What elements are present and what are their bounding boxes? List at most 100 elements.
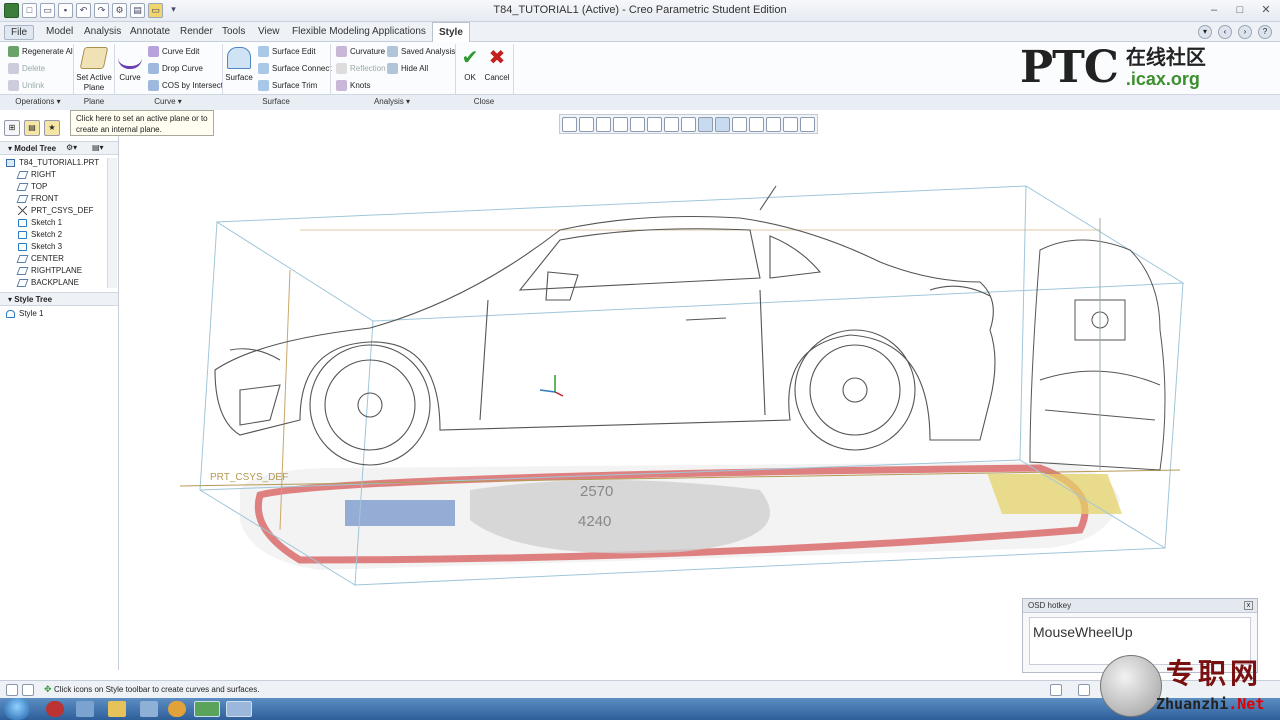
dimension-4240: 4240: [578, 513, 611, 530]
model-tree-tab-icon[interactable]: ⊞: [4, 120, 20, 136]
close-icon[interactable]: ✕: [1258, 2, 1274, 18]
title-bar: □ ▭ ▪ ↶ ↷ ⚙ ▤ ▭ ▾ T84_TUTORIAL1 (Active)…: [0, 0, 1280, 22]
datum-display-icon[interactable]: [698, 117, 713, 132]
maximize-icon[interactable]: □: [1232, 2, 1248, 18]
help-arrow-icon[interactable]: ▾: [1198, 25, 1212, 39]
taskbar-folder-icon[interactable]: [108, 701, 126, 717]
csys-display-icon[interactable]: [766, 117, 781, 132]
spin-center-icon[interactable]: [783, 117, 798, 132]
tab-analysis[interactable]: Analysis: [78, 25, 127, 38]
tab-file[interactable]: File: [4, 25, 35, 40]
folder-browser-icon[interactable]: ▤: [24, 120, 40, 136]
tree-settings-icon[interactable]: ⚙▾: [66, 143, 77, 152]
group-analysis[interactable]: Analysis ▾: [352, 97, 432, 106]
plane-icon: [16, 254, 29, 263]
saved-analysis-button[interactable]: Saved Analysis: [387, 46, 455, 57]
help-icon[interactable]: ?: [1258, 25, 1272, 39]
sketch-icon: [18, 242, 27, 251]
smart-filter-icon[interactable]: [1050, 684, 1062, 696]
perspective-icon[interactable]: [681, 117, 696, 132]
status-message: Click icons on Style toolbar to create c…: [54, 685, 260, 694]
set-active-plane-button[interactable]: Set Active Plane: [76, 47, 112, 93]
tree-item-right[interactable]: RIGHT: [16, 170, 56, 179]
tree-item-backplane[interactable]: BACKPLANE: [16, 278, 79, 287]
group-curve[interactable]: Curve ▾: [130, 97, 206, 106]
taskbar-browser-icon[interactable]: [168, 701, 186, 717]
saved-orientations-icon[interactable]: [647, 117, 662, 132]
tree-item-center[interactable]: CENTER: [16, 254, 64, 263]
tab-flexible-modeling[interactable]: Flexible Modeling: [286, 25, 376, 38]
tab-view[interactable]: View: [252, 25, 286, 38]
curve-button[interactable]: Curve: [117, 47, 143, 83]
tree-item-sketch-2[interactable]: Sketch 2: [18, 230, 62, 239]
navigator-toggle-icon[interactable]: [6, 684, 18, 696]
cos-by-intersect-button[interactable]: COS by Intersect: [148, 80, 223, 91]
ribbon-tabs: File Model Analysis Annotate Render Tool…: [0, 22, 1280, 42]
tree-item-front[interactable]: FRONT: [16, 194, 59, 203]
zoom-out-icon[interactable]: [596, 117, 611, 132]
cancel-button[interactable]: ✖ Cancel: [484, 47, 510, 83]
tab-style[interactable]: Style: [432, 22, 470, 42]
forward-icon[interactable]: ›: [1238, 25, 1252, 39]
hide-all-button[interactable]: Hide All: [387, 63, 428, 74]
model-tree-header[interactable]: ▾ Model Tree ⚙▾ ▤▾: [0, 141, 118, 155]
tree-item-top[interactable]: TOP: [16, 182, 47, 191]
unlink-button[interactable]: Unlink: [8, 80, 44, 91]
style-tree-item[interactable]: Style 1: [6, 309, 43, 318]
favorites-icon[interactable]: ★: [44, 120, 60, 136]
curvature-icon: [336, 46, 347, 57]
start-button-icon[interactable]: [4, 698, 30, 720]
sketch-icon: [18, 230, 27, 239]
tab-tools[interactable]: Tools: [216, 25, 251, 38]
cos-intersect-icon: [148, 80, 159, 91]
model-tree-scrollbar[interactable]: [107, 158, 117, 288]
regenerate-all-button[interactable]: Regenerate All: [8, 46, 74, 57]
zoom-in-icon[interactable]: [579, 117, 594, 132]
knots-button[interactable]: Knots: [336, 80, 370, 91]
tab-render[interactable]: Render: [174, 25, 219, 38]
display-style-icon[interactable]: [630, 117, 645, 132]
group-plane: Plane: [83, 97, 105, 106]
taskbar-app-icon[interactable]: [76, 701, 94, 717]
view-manager-icon[interactable]: [664, 117, 679, 132]
reflection-button[interactable]: Reflection: [336, 63, 386, 74]
tree-item-rightplane[interactable]: RIGHTPLANE: [16, 266, 82, 275]
message-arrow-icon: ✥: [44, 684, 52, 694]
tab-applications[interactable]: Applications: [366, 25, 432, 38]
ok-button[interactable]: ✔ OK: [460, 47, 480, 83]
tab-model[interactable]: Model: [40, 25, 79, 38]
minimize-icon[interactable]: –: [1206, 2, 1222, 18]
refit-icon[interactable]: [562, 117, 577, 132]
surface-trim-button[interactable]: Surface Trim: [258, 80, 317, 91]
annotation-display-icon[interactable]: [800, 117, 815, 132]
taskbar-app-icon[interactable]: [46, 701, 64, 717]
datum-axes-icon[interactable]: [732, 117, 747, 132]
tree-item-sketch-3[interactable]: Sketch 3: [18, 242, 62, 251]
datum-points-icon[interactable]: [749, 117, 764, 132]
select-icon[interactable]: [1078, 684, 1090, 696]
surface-button[interactable]: Surface: [224, 47, 254, 83]
graphics-area[interactable]: 2570 4240 PRT_CSYS_DEF: [120, 110, 1280, 680]
back-icon[interactable]: ‹: [1218, 25, 1232, 39]
curvature-button[interactable]: Curvature: [336, 46, 385, 57]
group-operations[interactable]: Operations ▾: [6, 97, 70, 106]
tree-item-sketch-1[interactable]: Sketch 1: [18, 218, 62, 227]
taskbar-app-icon[interactable]: [140, 701, 158, 717]
datum-planes-icon[interactable]: [715, 117, 730, 132]
drop-curve-button[interactable]: Drop Curve: [148, 63, 203, 74]
browser-toggle-icon[interactable]: [22, 684, 34, 696]
repaint-icon[interactable]: [613, 117, 628, 132]
tree-columns-icon[interactable]: ▤▾: [92, 143, 104, 152]
style-tree-header[interactable]: ▾ Style Tree: [0, 292, 118, 306]
delete-button[interactable]: Delete: [8, 63, 45, 74]
tree-item-prt-csys-def[interactable]: PRT_CSYS_DEF: [18, 206, 94, 215]
tree-root[interactable]: T84_TUTORIAL1.PRT: [6, 158, 99, 167]
surface-edit-button[interactable]: Surface Edit: [258, 46, 316, 57]
surface-connect-button[interactable]: Surface Connect: [258, 63, 332, 74]
csys-icon: [18, 206, 27, 215]
osd-close-icon[interactable]: x: [1244, 601, 1253, 610]
tab-annotate[interactable]: Annotate: [124, 25, 176, 38]
curve-edit-button[interactable]: Curve Edit: [148, 46, 199, 57]
taskbar-creo-icon[interactable]: [194, 701, 220, 717]
taskbar-app-icon[interactable]: [226, 701, 252, 717]
